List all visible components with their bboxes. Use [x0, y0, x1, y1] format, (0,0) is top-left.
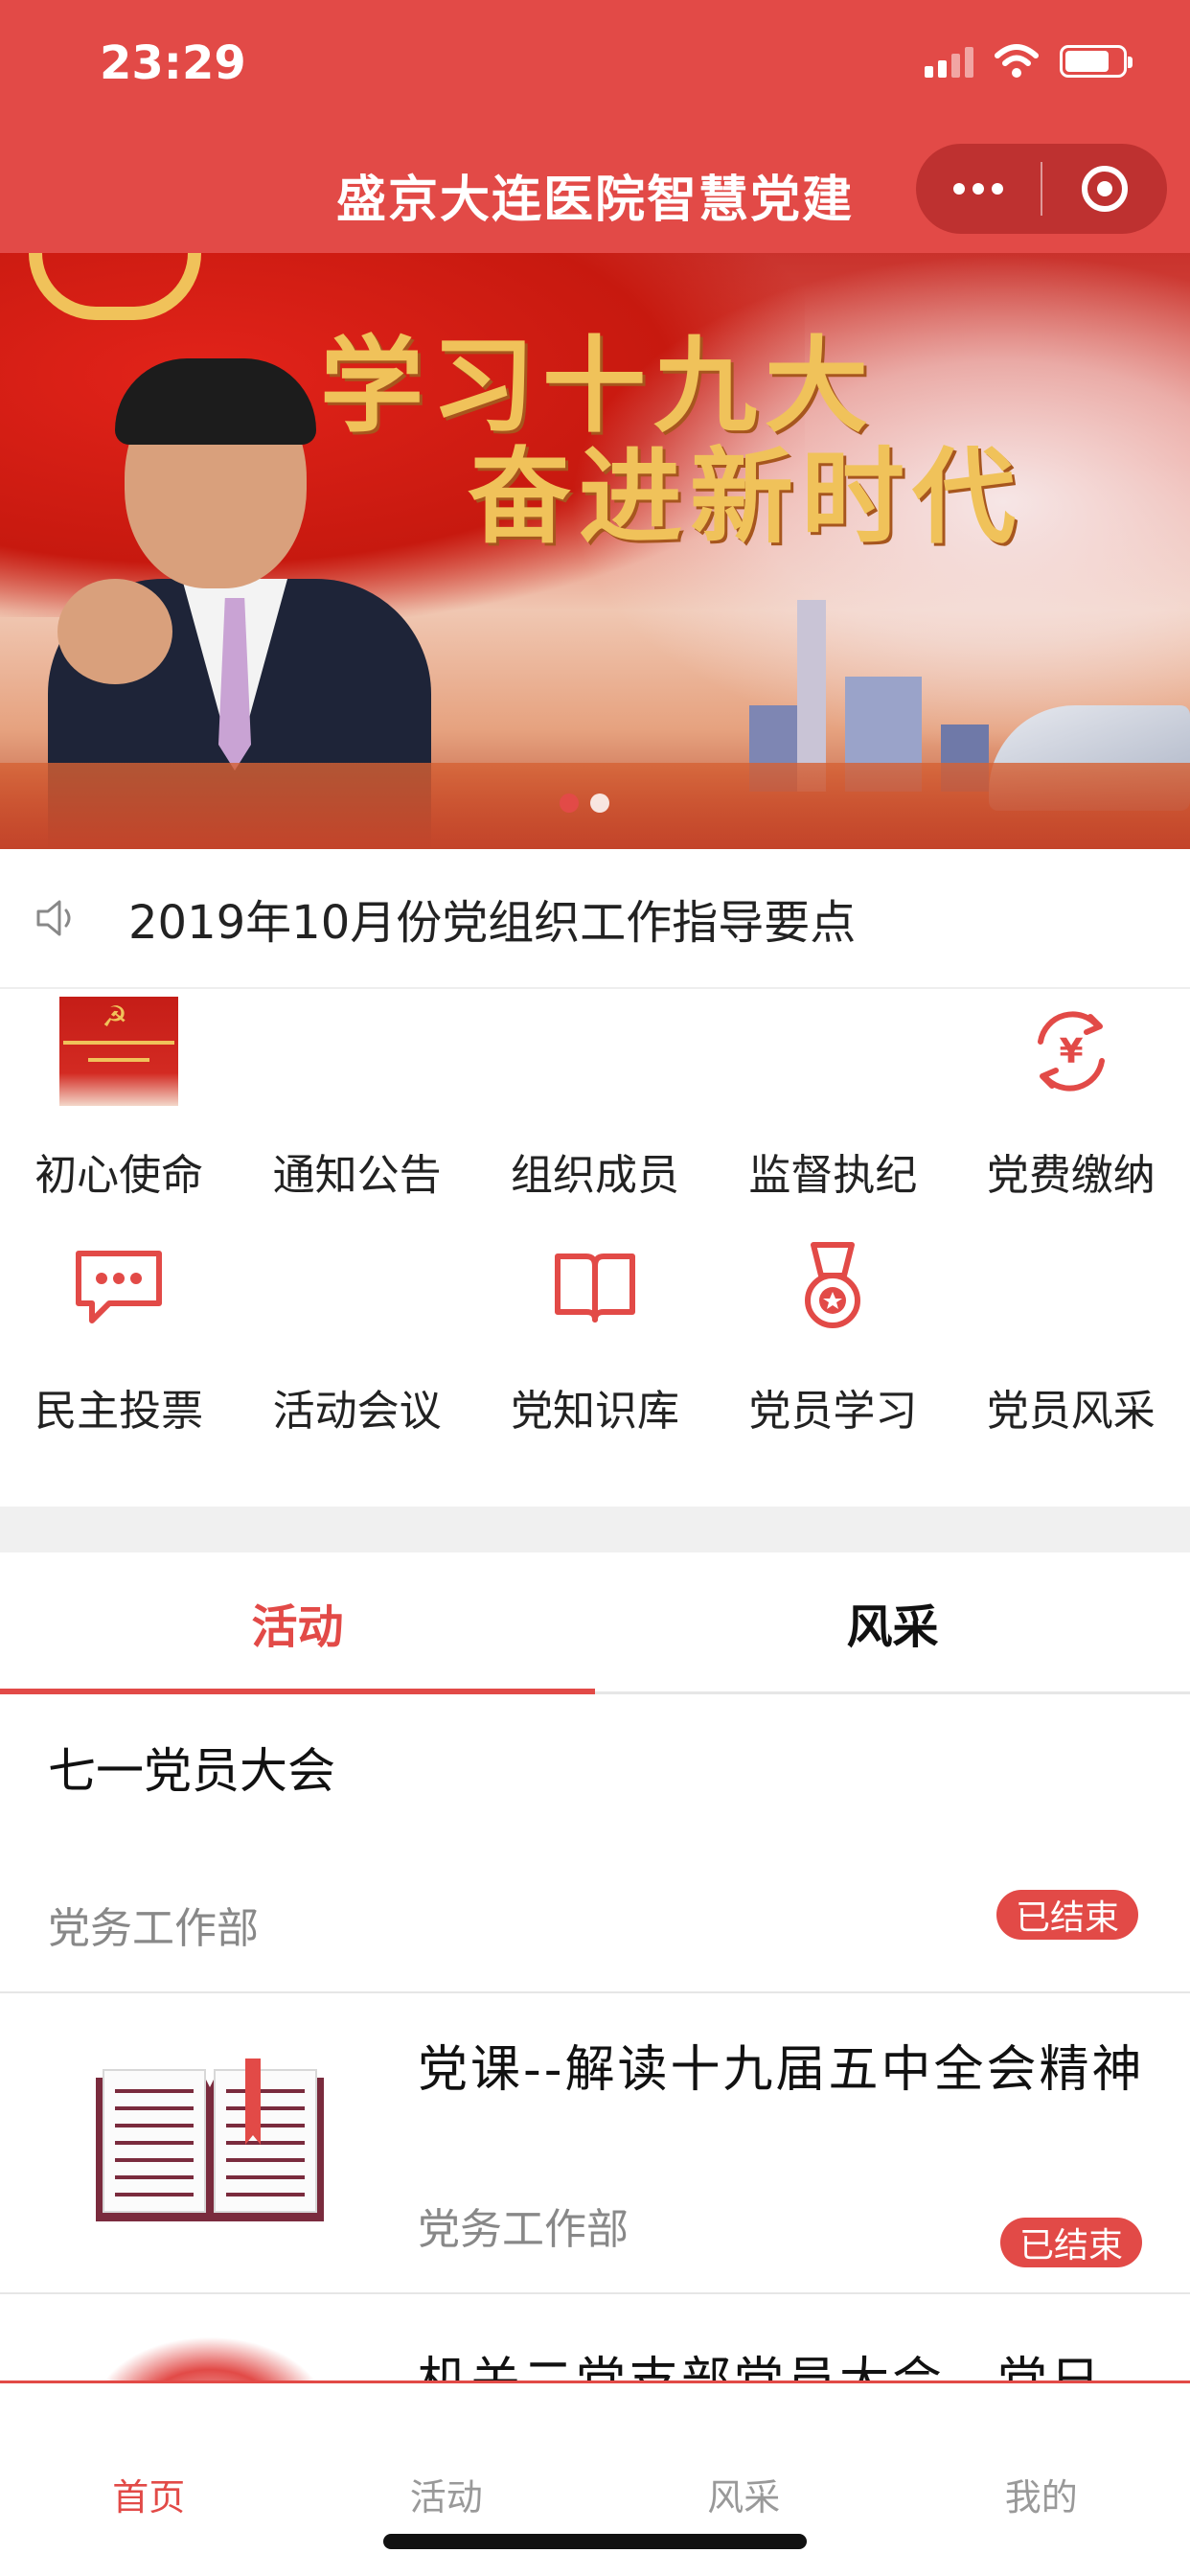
status-time: 23:29 — [100, 36, 246, 90]
grid-item-label: 初心使命 — [34, 1151, 204, 1200]
grid-item-mission[interactable]: ☭ 初心使命 — [0, 989, 238, 1227]
svg-text:¥: ¥ — [1059, 1032, 1083, 1071]
status-badge: 已结束 — [995, 1890, 1138, 1940]
activity-department: 党务工作部 — [418, 2205, 629, 2254]
grid-item-label: 党知识库 — [510, 1387, 679, 1436]
yuan-payment-icon: ¥ — [1011, 991, 1132, 1112]
members-icon — [535, 991, 655, 1112]
grid-item-label: 监督执纪 — [748, 1151, 918, 1200]
open-book-thumbnail — [96, 2058, 324, 2221]
tabbar-home[interactable]: 首页 — [0, 2383, 298, 2576]
activity-item[interactable]: 党课--解读十九届五中全会精神 党务工作部 已结束 — [0, 1993, 1190, 2294]
wifi-icon — [995, 44, 1039, 78]
book-icon — [535, 1227, 655, 1347]
battery-icon — [1060, 45, 1133, 78]
carousel-dot[interactable] — [590, 794, 609, 813]
grid-item-members[interactable]: 组织成员 — [476, 989, 714, 1227]
grid-item-label: 民主投票 — [34, 1387, 204, 1436]
grid-item-supervision[interactable]: 监督执纪 — [714, 989, 951, 1227]
status-icons — [925, 44, 1133, 79]
target-icon — [1082, 166, 1128, 212]
supervision-icon — [772, 991, 893, 1112]
close-miniprogram-button[interactable] — [1042, 144, 1167, 234]
status-badge: 已结束 — [999, 2218, 1142, 2267]
tabbar-mine[interactable]: 我的 — [893, 2383, 1190, 2576]
notice-icon — [297, 991, 418, 1112]
grid-item-knowledge[interactable]: 党知识库 — [476, 1227, 714, 1462]
style-icon — [1011, 1227, 1132, 1347]
speaker-icon — [36, 900, 71, 936]
grid-item-label: 党员学习 — [748, 1387, 918, 1436]
grid-item-style[interactable]: 党员风采 — [952, 1227, 1190, 1462]
cellular-signal-icon — [925, 45, 973, 78]
medal-icon — [772, 1227, 893, 1347]
activity-item[interactable]: 七一党员大会 党务工作部 已结束 — [0, 1694, 1190, 1993]
tab-activities[interactable]: 活动 — [0, 1552, 595, 1694]
grid-item-notice[interactable]: 通知公告 — [238, 989, 475, 1227]
home-indicator[interactable] — [383, 2534, 807, 2549]
activity-title: 党课--解读十九届五中全会精神 — [418, 2041, 1145, 2099]
notice-text: 2019年10月份党组织工作指导要点 — [128, 896, 857, 950]
carousel-dots — [560, 794, 609, 813]
content-tabs: 活动 风采 — [0, 1552, 1190, 1694]
notice-bar[interactable]: 2019年10月份党组织工作指导要点 — [0, 849, 1190, 989]
section-divider — [0, 1506, 1190, 1552]
grid-item-label: 党费缴纳 — [986, 1151, 1156, 1200]
activity-department: 党务工作部 — [48, 1904, 259, 1953]
tab-style[interactable]: 风采 — [595, 1552, 1190, 1691]
activity-thumbnail — [92, 2336, 328, 2380]
grid-item-label: 党员风采 — [986, 1387, 1156, 1436]
activity-title: 七一党员大会 — [48, 1743, 335, 1799]
activity-item[interactable]: 机关二党支部党员大会、党日 — [0, 2294, 1190, 2380]
chat-bubble-icon — [58, 1227, 179, 1347]
grid-item-meeting[interactable]: 活动会议 — [238, 1227, 475, 1462]
carousel-dot[interactable] — [560, 794, 579, 813]
party-mission-image: ☭ — [58, 991, 179, 1112]
more-menu-button[interactable] — [916, 144, 1041, 234]
miniprogram-capsule — [916, 144, 1167, 234]
grid-item-vote[interactable]: 民主投票 — [0, 1227, 238, 1462]
function-grid: ☭ 初心使命 通知公告 组织成员 监督执纪 ¥ 党费缴纳 民主投票 活动会议 党… — [0, 989, 1190, 1506]
banner-title-line2: 奋进新时代 — [468, 437, 1024, 558]
meeting-icon — [297, 1227, 418, 1347]
grid-item-label: 活动会议 — [272, 1387, 442, 1436]
grid-item-study[interactable]: 党员学习 — [714, 1227, 951, 1462]
grid-item-label: 组织成员 — [510, 1151, 679, 1200]
header: 23:29 盛京大连医院智慧党建 — [0, 0, 1190, 253]
activity-title: 机关二党支部党员大会、党日 — [418, 2340, 1156, 2380]
grid-item-label: 通知公告 — [272, 1151, 442, 1200]
grid-item-dues[interactable]: ¥ 党费缴纳 — [952, 989, 1190, 1227]
